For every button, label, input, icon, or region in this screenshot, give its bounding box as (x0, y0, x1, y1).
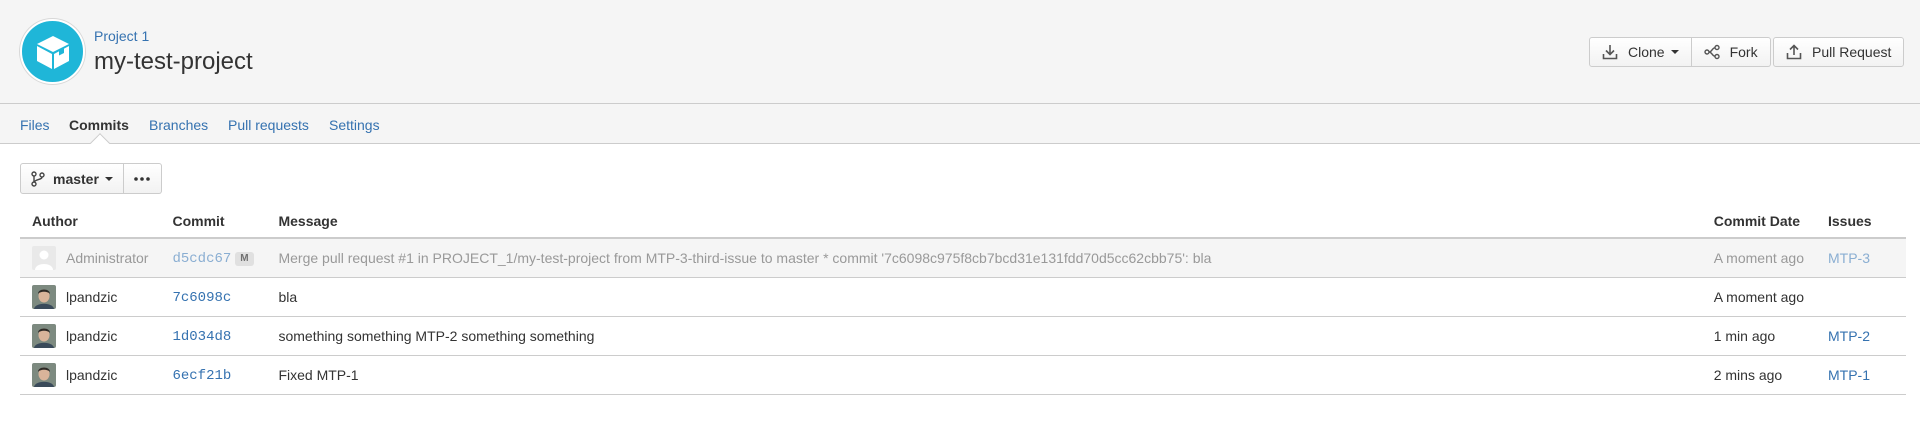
table-row[interactable]: lpandzic 7c6098c bla A moment ago (20, 277, 1906, 317)
issues-cell: MTP-3 (1816, 238, 1906, 278)
author-cell: lpandzic (20, 355, 161, 395)
column-header-issues: Issues (1816, 204, 1906, 239)
commit-message: Merge pull request #1 in PROJECT_1/my-te… (266, 238, 1702, 278)
clone-button[interactable]: Clone (1589, 37, 1692, 67)
branch-toolbar: master (20, 163, 162, 194)
fork-icon (1703, 44, 1720, 60)
issue-link[interactable]: MTP-1 (1828, 367, 1870, 383)
user-avatar (32, 284, 56, 309)
commit-date: 1 min ago (1701, 316, 1816, 356)
upload-icon (1786, 44, 1802, 60)
tab-settings[interactable]: Settings (329, 116, 380, 134)
column-header-date: Commit Date (1701, 204, 1816, 239)
clone-label: Clone (1628, 44, 1665, 60)
branch-icon (31, 170, 45, 187)
issues-cell (1816, 277, 1906, 317)
commit-cell: 7c6098c (160, 277, 267, 317)
pull-request-label: Pull Request (1812, 44, 1892, 60)
column-header-commit: Commit (160, 204, 267, 239)
author-name[interactable]: lpandzic (66, 328, 117, 344)
commit-date: A moment ago (1701, 238, 1816, 278)
commit-message: something something MTP-2 something some… (266, 316, 1702, 356)
branch-name: master (53, 170, 99, 187)
author-cell: lpandzic (20, 277, 161, 317)
commit-hash-link[interactable]: d5cdc67 (172, 251, 231, 267)
commit-hash-link[interactable]: 7c6098c (172, 290, 231, 306)
issues-cell: MTP-1 (1816, 355, 1906, 395)
chevron-down-icon (104, 176, 113, 181)
user-avatar (32, 362, 56, 387)
clone-fork-group: Clone Fork (1589, 37, 1771, 67)
author-cell: lpandzic (20, 316, 161, 356)
tab-commits[interactable]: Commits (69, 116, 129, 134)
issue-link[interactable]: MTP-3 (1828, 250, 1870, 266)
create-pull-request-button[interactable]: Pull Request (1773, 37, 1905, 67)
ellipsis-icon (134, 176, 151, 181)
project-avatar[interactable] (20, 19, 85, 84)
commit-hash-link[interactable]: 6ecf21b (172, 368, 231, 384)
table-row[interactable]: lpandzic 1d034d8 something something MTP… (20, 316, 1906, 356)
commit-message: bla (266, 277, 1702, 317)
commit-hash-link[interactable]: 1d034d8 (172, 329, 231, 345)
page-title: my-test-project (94, 48, 253, 75)
tab-branches[interactable]: Branches (149, 116, 208, 134)
issue-link[interactable]: MTP-2 (1828, 328, 1870, 344)
table-row[interactable]: lpandzic 6ecf21b Fixed MTP-1 2 mins ago … (20, 355, 1906, 395)
branch-selector[interactable]: master (20, 163, 124, 194)
column-header-message: Message (266, 204, 1702, 239)
tab-files[interactable]: Files (20, 116, 50, 134)
author-name[interactable]: Administrator (66, 250, 148, 266)
pull-request-group: Pull Request (1773, 37, 1905, 67)
download-icon (1602, 44, 1618, 60)
commit-date: 2 mins ago (1701, 355, 1816, 395)
project-link[interactable]: Project 1 (94, 28, 149, 44)
author-name[interactable]: lpandzic (66, 367, 117, 383)
table-row[interactable]: Administrator d5cdc67 M Merge pull reques… (20, 238, 1906, 278)
user-avatar (32, 323, 56, 348)
fork-label: Fork (1729, 44, 1758, 60)
more-actions-button[interactable] (123, 163, 162, 194)
commit-date: A moment ago (1701, 277, 1816, 317)
commit-cell: 1d034d8 (160, 316, 267, 356)
table-header-row: Author Commit Message Commit Date Issues (20, 204, 1906, 239)
commit-cell: d5cdc67 M (160, 238, 267, 278)
author-cell: Administrator (20, 238, 161, 278)
default-avatar-icon (32, 245, 56, 270)
repository-tabs: Files Commits Branches Pull requests Set… (0, 104, 1920, 144)
commit-message: Fixed MTP-1 (266, 355, 1702, 395)
commit-cell: 6ecf21b (160, 355, 267, 395)
column-header-author: Author (20, 204, 161, 239)
tab-pull-requests[interactable]: Pull requests (228, 116, 309, 134)
fork-button[interactable]: Fork (1691, 37, 1771, 67)
chevron-down-icon (1670, 50, 1679, 54)
merge-badge: M (235, 251, 254, 266)
issues-cell: MTP-2 (1816, 316, 1906, 356)
commits-table: Author Commit Message Commit Date Issues (20, 204, 1906, 395)
box-icon (34, 33, 72, 71)
author-name[interactable]: lpandzic (66, 289, 117, 305)
repository-header: Project 1 my-test-project Clone Fork Pul… (0, 0, 1920, 104)
